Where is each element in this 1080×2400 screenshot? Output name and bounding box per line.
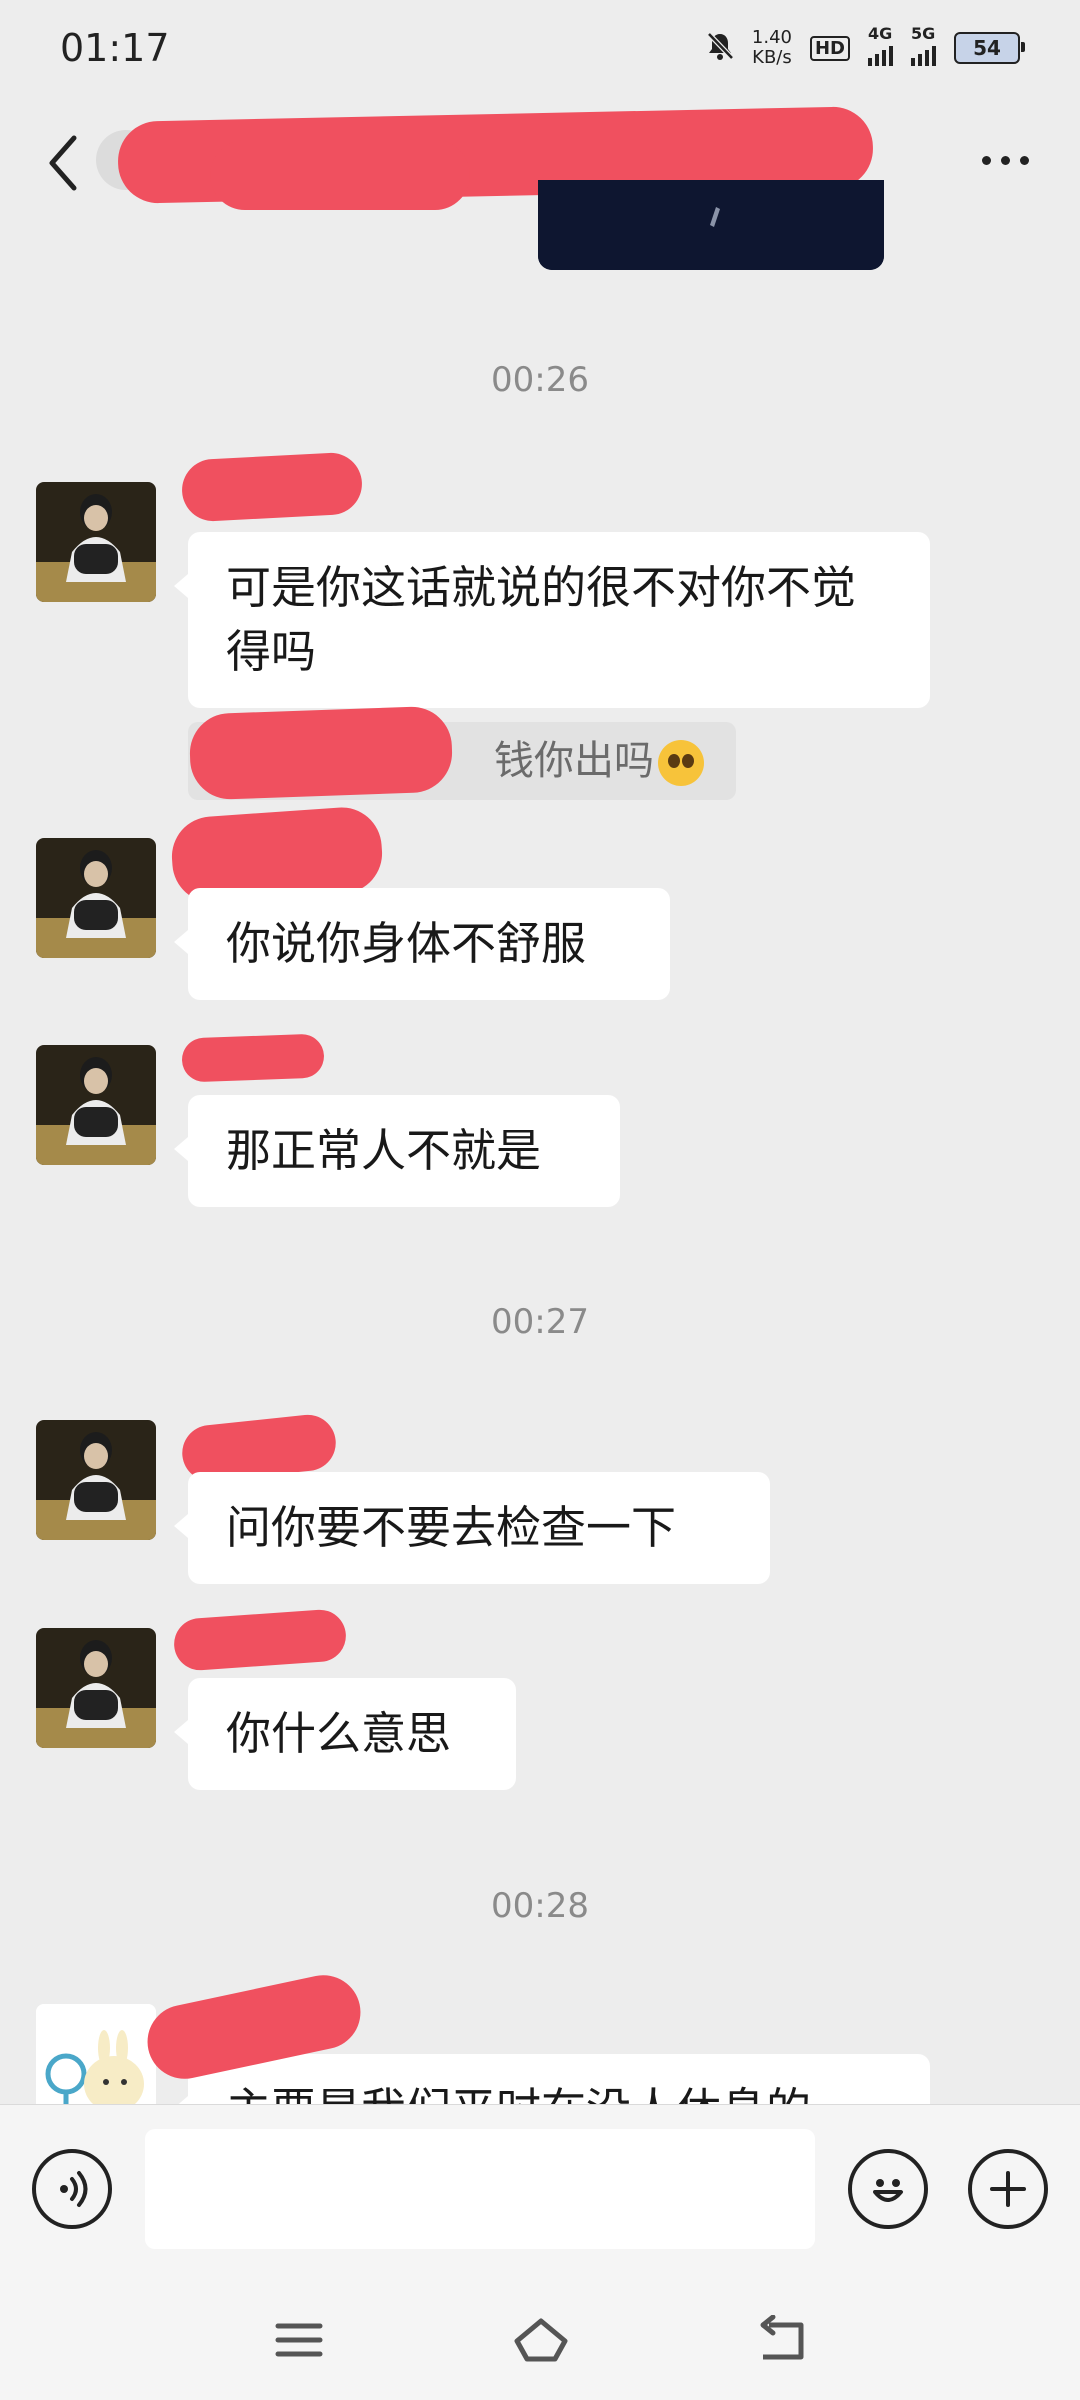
emoji-button[interactable]	[848, 2149, 928, 2229]
menu-icon	[275, 2323, 323, 2357]
avatar[interactable]	[36, 1420, 156, 1540]
image-thumbnail	[538, 180, 884, 270]
avatar[interactable]	[36, 838, 156, 958]
message-timestamp: 00:28	[491, 1886, 589, 1926]
mute-bell-icon	[706, 31, 734, 65]
network-speed: 1.40 KB/s	[752, 28, 792, 68]
avatar[interactable]	[36, 1045, 156, 1165]
quoted-message-text: 钱你出吗	[494, 722, 704, 800]
emoji-icon	[873, 2179, 903, 2202]
system-nav-bar	[0, 2280, 1080, 2400]
signal-sim2: 5G	[911, 24, 936, 66]
avatar[interactable]	[36, 1628, 156, 1748]
status-bar: 01:17 1.40 KB/s HD 4G 5G 54	[0, 0, 1080, 100]
message-bubble[interactable]: 问你要不要去检查一下	[174, 1472, 770, 1584]
message-bubble[interactable]: 你说你身体不舒服	[174, 888, 670, 1000]
image-message[interactable]	[538, 180, 884, 270]
more-options-button[interactable]	[970, 130, 1040, 190]
message-timestamp: 00:27	[491, 1302, 589, 1342]
avatar[interactable]	[36, 482, 156, 602]
home-button[interactable]	[506, 2310, 576, 2370]
message-timestamp: 00:26	[491, 360, 589, 400]
network-speed-unit: KB/s	[752, 47, 792, 68]
menu-button[interactable]	[264, 2310, 334, 2370]
message-input[interactable]	[145, 2129, 815, 2249]
message-bubble[interactable]: 可是你这话就说的很不对你不觉得吗	[174, 532, 930, 708]
voice-button[interactable]	[32, 2149, 112, 2229]
redacted-sender-name	[181, 1033, 325, 1083]
signal-sim2-label: 5G	[911, 24, 936, 43]
back-arrow-icon	[760, 2315, 804, 2360]
status-time: 01:17	[60, 26, 170, 70]
more-dots-icon	[981, 155, 991, 165]
chevron-left-icon	[49, 135, 77, 191]
redacted-chat-title-part	[210, 140, 470, 210]
back-button[interactable]	[40, 128, 90, 198]
pleading-face-emoji	[658, 740, 704, 786]
redacted-sender-name	[172, 1608, 348, 1672]
message-bubble[interactable]: 你什么意思	[174, 1678, 516, 1790]
plus-icon	[990, 2171, 1026, 2207]
signal-sim1-label: 4G	[868, 24, 893, 43]
signal-sim1: 4G	[868, 24, 893, 66]
hd-badge: HD	[809, 35, 850, 61]
status-icons: 1.40 KB/s HD 4G 5G 54	[706, 24, 1025, 68]
voice-icon	[60, 2171, 88, 2207]
battery-indicator: 54	[954, 32, 1025, 64]
input-bar	[0, 2104, 1080, 2281]
redacted-sender-name	[180, 451, 364, 523]
nav-back-button[interactable]	[746, 2310, 816, 2370]
message-bubble[interactable]: 那正常人不就是	[174, 1095, 620, 1207]
plus-button[interactable]	[968, 2149, 1048, 2229]
network-speed-value: 1.40	[751, 27, 792, 48]
redacted-quote-sender	[188, 705, 454, 801]
home-icon	[514, 2318, 568, 2362]
